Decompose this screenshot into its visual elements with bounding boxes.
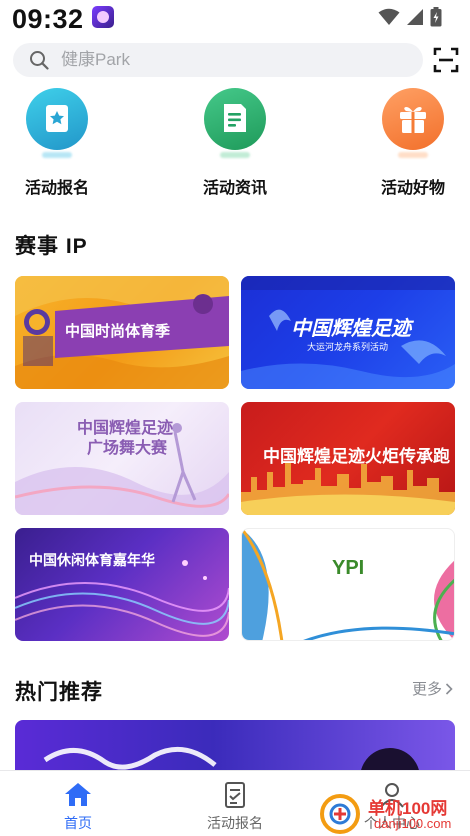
card-title: 中国休闲体育嘉年华 [29, 552, 155, 568]
app-notification-icon [92, 6, 114, 28]
star-bookmark-icon [26, 88, 88, 150]
more-label: 更多 [411, 681, 442, 698]
ip-card-fashion-sports[interactable]: 中国时尚体育季 [15, 276, 229, 389]
search-input[interactable] [61, 43, 401, 77]
card-subtitle: 广场舞大赛 [87, 440, 168, 457]
card-title: 中国辉煌足迹火炬传承跑 [263, 447, 450, 466]
ip-card-dragon-boat[interactable]: 中国辉煌足迹 大运河龙舟系列活动 [241, 276, 455, 389]
entry-shadow [398, 152, 428, 158]
entry-label: 活动资讯 [203, 180, 268, 197]
ip-card-leisure-carnival[interactable]: 中国休闲体育嘉年华 [15, 528, 229, 641]
status-indicators [378, 6, 442, 28]
entry-activity-goods[interactable]: 活动好物 [356, 82, 470, 202]
more-link[interactable]: 更多 [412, 678, 453, 699]
card-subtitle: 大运河龙舟系列活动 [307, 342, 389, 352]
tab-label: 活动报名 [207, 815, 263, 831]
wifi-icon [378, 8, 400, 25]
card-artwork [15, 560, 229, 637]
status-time: 09:32 [12, 4, 84, 34]
watermark-logo-icon [320, 794, 360, 834]
signal-icon [407, 9, 423, 25]
watermark: 单机100网 danji100.com [318, 790, 470, 836]
entry-label: 活动报名 [25, 180, 90, 197]
tab-home[interactable]: 首页 [18, 771, 138, 836]
ip-card-square-dance[interactable]: 中国辉煌足迹 广场舞大赛 [15, 402, 229, 515]
battery-icon [430, 7, 442, 27]
gift-icon [382, 88, 444, 150]
search-bar[interactable] [13, 43, 423, 77]
section-title-ip: 赛事 IP [15, 235, 88, 258]
tab-label: 首页 [64, 815, 92, 831]
status-bar: 09:32 [0, 0, 470, 38]
entry-shadow [220, 152, 250, 158]
card-artwork [242, 529, 454, 640]
chevron-right-icon [445, 682, 453, 695]
entry-activity-news[interactable]: 活动资讯 [178, 82, 298, 202]
ip-card-torch-relay[interactable]: 中国辉煌足迹火炬传承跑 [241, 402, 455, 515]
search-icon [30, 51, 49, 70]
tab-activity-signup[interactable]: 活动报名 [175, 771, 295, 836]
home-icon [65, 783, 91, 806]
entry-label: 活动好物 [381, 180, 446, 197]
card-logo-text: YPI [332, 557, 365, 579]
ip-card-ypi[interactable]: YPI [241, 528, 455, 641]
scan-icon[interactable] [433, 47, 459, 73]
quick-entries: 活动报名 活动资讯 活动好物 [0, 82, 470, 202]
form-icon [225, 782, 245, 808]
entry-shadow [42, 152, 72, 158]
card-title: 中国辉煌足迹 [291, 318, 411, 340]
news-icon [204, 88, 266, 150]
watermark-url: danji100.com [374, 816, 452, 831]
card-title: 中国时尚体育季 [65, 323, 171, 340]
section-title-hot: 热门推荐 [15, 681, 103, 704]
entry-activity-signup[interactable]: 活动报名 [0, 82, 120, 202]
